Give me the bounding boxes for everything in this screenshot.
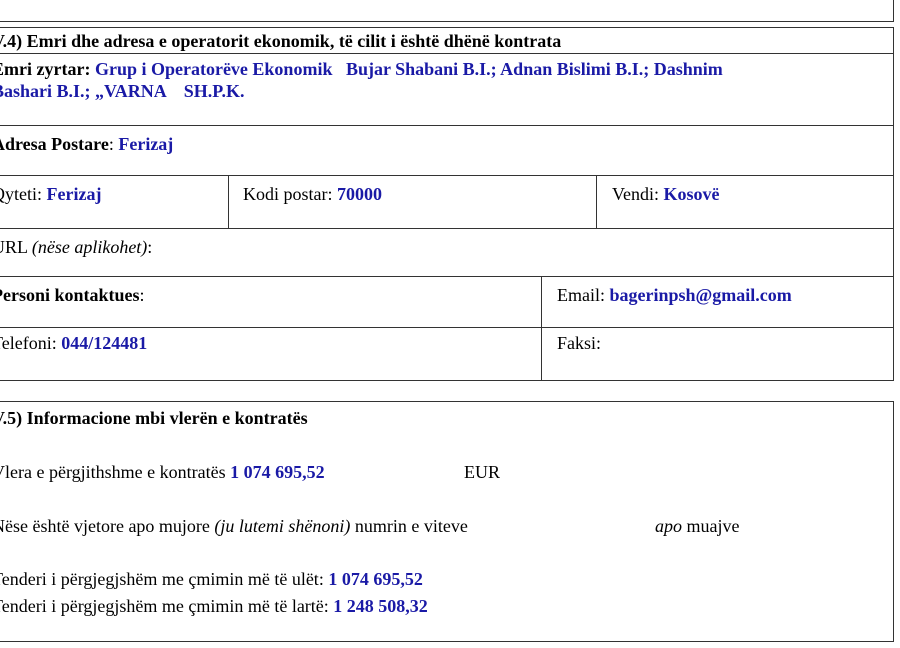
annual-text-note: (ju lutemi shënoni) (214, 516, 351, 536)
annual-text-a: Nëse është vjetore apo mujore (0, 516, 210, 536)
country-label: Vendi: (612, 184, 659, 204)
heading-divider (0, 53, 894, 54)
divider (0, 276, 894, 277)
divider (0, 327, 894, 328)
city-label: Qyteti: (0, 184, 42, 204)
divider (0, 228, 894, 229)
city-value: Ferizaj (46, 184, 102, 204)
phone-value: 044/124481 (61, 333, 148, 353)
postal-code-cell: Kodi postar: 70000 (243, 183, 382, 205)
annual-text-c: muajve (686, 516, 740, 536)
divider (0, 175, 894, 176)
official-name-row: Emri zyrtar: Grup i Operatorëve Ekonomik… (0, 58, 723, 80)
annual-text-or: apo (655, 516, 682, 536)
country-cell: Vendi: Kosovë (612, 183, 720, 205)
official-name-value-cont: Bashari B.I.; „VARNA SH.P.K. (0, 81, 245, 101)
phone-label: Telefoni: (0, 333, 57, 353)
lowest-tender-value: 1 074 695,52 (328, 569, 423, 589)
email-label: Email: (557, 285, 605, 305)
annual-monthly-row: Nëse është vjetore apo mujore (ju lutemi… (0, 515, 468, 537)
official-name-value: Grup i Operatorëve Ekonomik Bujar Shaban… (94, 59, 723, 79)
lowest-tender-row: Tenderi i përgjegjshëm me çmimin më të u… (0, 568, 423, 590)
highest-tender-value: 1 248 508,32 (333, 596, 428, 616)
email-value: bagerinpsh@gmail.com (609, 285, 792, 305)
contact-person-row: Personi kontaktues: (0, 284, 145, 306)
url-note: (nëse aplikohet) (31, 237, 148, 257)
highest-tender-label: Tenderi i përgjegjshëm me çmimin më të l… (0, 596, 329, 616)
lowest-tender-label: Tenderi i përgjegjshëm me çmimin më të u… (0, 569, 324, 589)
fax-label: Faksi: (557, 333, 602, 353)
url-row: URL (nëse aplikohet): (0, 236, 152, 258)
email-cell: Email: bagerinpsh@gmail.com (557, 284, 792, 306)
postal-address-value: Ferizaj (118, 134, 174, 154)
url-label: URL (0, 237, 28, 257)
section-v4-heading: V.4) Emri dhe adresa e operatorit ekonom… (0, 31, 562, 51)
postal-code-value: 70000 (337, 184, 382, 204)
official-name-label: Emri zyrtar (0, 59, 85, 79)
phone-cell: Telefoni: 044/124481 (0, 332, 147, 354)
divider (541, 276, 542, 381)
previous-section-box (0, 0, 894, 22)
postal-address-row: Adresa Postare: Ferizaj (0, 133, 173, 155)
postal-code-label: Kodi postar: (243, 184, 333, 204)
currency: EUR (464, 462, 500, 482)
total-value-label: Vlera e përgjithshme e kontratës (0, 462, 226, 482)
postal-address-label: Adresa Postare (0, 134, 109, 154)
highest-tender-row: Tenderi i përgjegjshëm me çmimin më të l… (0, 595, 428, 617)
divider (0, 125, 894, 126)
contact-person-label: Personi kontaktues (0, 285, 140, 305)
total-value: 1 074 695,52 (230, 462, 325, 482)
divider (228, 175, 229, 228)
total-value-row: Vlera e përgjithshme e kontratës 1 074 6… (0, 461, 325, 483)
annual-text-b: numrin e viteve (354, 516, 468, 536)
annual-text-or-row: apo muajve (655, 515, 739, 537)
city-cell: Qyteti: Ferizaj (0, 183, 101, 205)
country-value: Kosovë (663, 184, 720, 204)
section-v5-heading: V.5) Informacione mbi vlerën e kontratës (0, 408, 308, 428)
divider (596, 175, 597, 228)
fax-cell: Faksi: (557, 332, 601, 354)
